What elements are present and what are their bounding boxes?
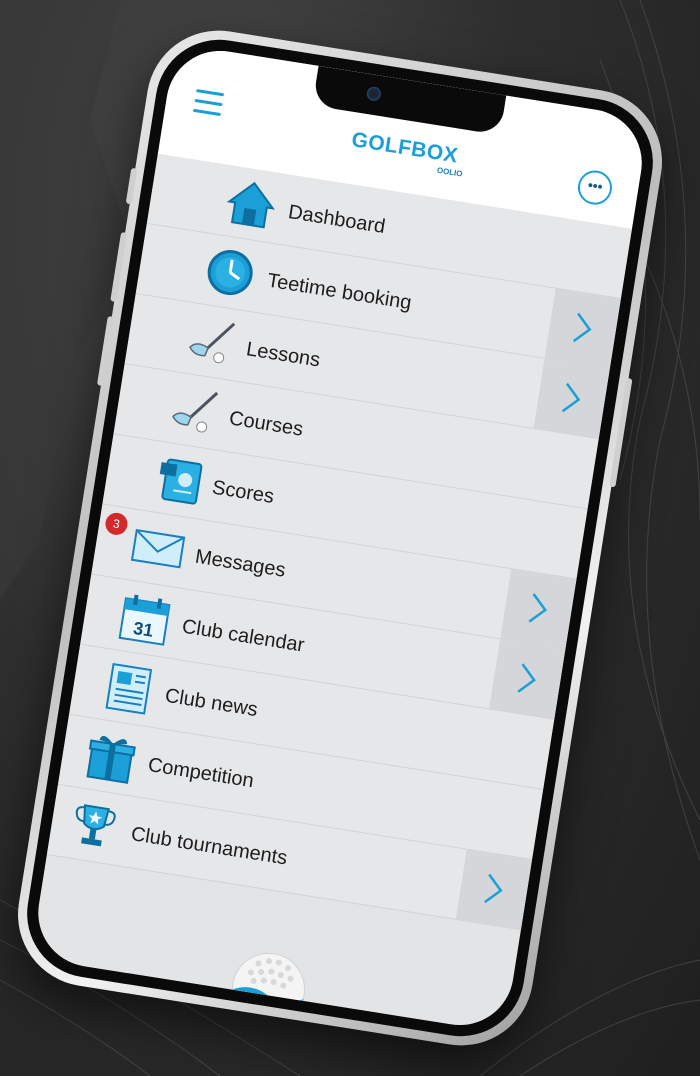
golfbox-logo: GOLFBOX OOLIO (327, 125, 480, 181)
menu-item-label: Club news (163, 684, 260, 722)
scorecard-icon (159, 458, 203, 505)
menu-item-label: Teetime booking (265, 269, 413, 315)
clock-icon (207, 250, 253, 296)
menu-item-label: Competition (146, 753, 256, 793)
menu-item-label: Club calendar (180, 615, 306, 657)
calendar-icon: 31 (118, 594, 171, 646)
golf-club-icon (172, 391, 219, 433)
trophy-icon (75, 804, 116, 847)
camera-icon (365, 85, 382, 102)
chevron-right-icon[interactable] (533, 358, 610, 439)
menu-item-label: Scores (210, 476, 276, 509)
gift-icon (86, 735, 136, 784)
menu-item-label: Dashboard (286, 201, 387, 239)
golf-club-icon (189, 322, 236, 364)
chevron-right-icon[interactable] (544, 288, 621, 369)
more-icon[interactable]: ••• (575, 168, 615, 208)
menu-item-label: Club tournaments (129, 823, 289, 870)
envelope-icon (130, 528, 186, 569)
hamburger-icon[interactable] (192, 89, 225, 117)
menu-item-label: Courses (227, 407, 305, 441)
menu-item-label: Lessons (244, 338, 322, 372)
chevron-right-icon[interactable] (455, 849, 532, 930)
newspaper-icon (105, 662, 153, 715)
home-icon (226, 181, 275, 229)
unread-badge: 3 (103, 511, 130, 537)
chevron-right-icon[interactable] (500, 569, 577, 649)
menu-item-label: Messages (193, 545, 288, 582)
chevron-right-icon[interactable] (489, 639, 566, 719)
svg-text:31: 31 (132, 618, 155, 641)
